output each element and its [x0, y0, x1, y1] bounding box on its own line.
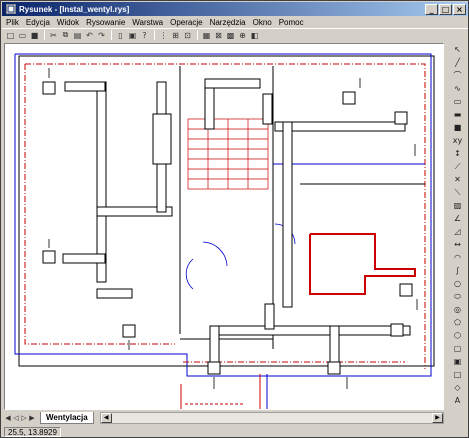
- menu-pomoc[interactable]: Pomoc: [279, 18, 304, 27]
- title-bar[interactable]: Rysunek - [Instal_wentyl.rys] _ □ ×: [2, 2, 468, 16]
- copy-icon[interactable]: ⧉: [60, 30, 71, 41]
- window-title: Rysunek - [Instal_wentyl.rys]: [19, 4, 130, 14]
- drawing-toolbox: ↖ ╱ ⌒ ∿ ▭ ▬ ■ xy ↕ ⟋ ✕ ⟍ ▨ ∠ ◿ ↔ ◠ ∫ ○ ⬭…: [448, 43, 467, 428]
- pan-icon[interactable]: ⊕: [237, 30, 248, 41]
- duct-network: [62, 78, 411, 367]
- toolbar-separator: [154, 30, 155, 40]
- app-window: Rysunek - [Instal_wentyl.rys] _ □ × Plik…: [0, 0, 469, 438]
- next-sheet-arrow-icon[interactable]: ▷: [20, 414, 28, 422]
- dimension-icon[interactable]: ↕: [450, 147, 465, 160]
- line-icon[interactable]: ╱: [450, 56, 465, 69]
- menu-edycja[interactable]: Edycja: [26, 18, 50, 27]
- hexagon-icon[interactable]: ⬡: [450, 329, 465, 342]
- wall-icon[interactable]: ▬: [450, 108, 465, 121]
- rectangle-icon[interactable]: ▭: [450, 95, 465, 108]
- filled-rect-icon[interactable]: ■: [450, 121, 465, 134]
- scroll-left-icon[interactable]: ◀: [100, 413, 112, 423]
- prev-sheet-arrow-icon[interactable]: ◁: [12, 414, 20, 422]
- offset-icon[interactable]: ◎: [450, 303, 465, 316]
- ellipse-icon[interactable]: ⬭: [450, 290, 465, 303]
- app-icon: [6, 4, 16, 14]
- interior-walls: [179, 66, 425, 349]
- first-sheet-arrow-icon[interactable]: ◀: [4, 414, 12, 422]
- ventilation-shaft: [309, 233, 416, 295]
- redo-icon[interactable]: ↷: [96, 30, 107, 41]
- sheet-tab-bar: ◀ ◁ ▷ ▶ Wentylacja ◀ ▶: [4, 411, 444, 425]
- zoom-window-icon[interactable]: ⊠: [213, 30, 224, 41]
- zoom-all-icon[interactable]: ▩: [225, 30, 236, 41]
- triangle-icon[interactable]: ◿: [450, 225, 465, 238]
- save-icon[interactable]: ■: [29, 30, 40, 41]
- minimize-button[interactable]: _: [425, 3, 438, 15]
- circle-icon[interactable]: ○: [450, 277, 465, 290]
- block-icon[interactable]: ▣: [450, 355, 465, 368]
- snap-icon[interactable]: ⊞: [170, 30, 181, 41]
- polygon-icon[interactable]: ⬠: [450, 316, 465, 329]
- outline-icon[interactable]: □: [450, 368, 465, 381]
- measure-icon[interactable]: ◧: [249, 30, 260, 41]
- staircase: [187, 118, 269, 190]
- cross-icon[interactable]: ✕: [450, 173, 465, 186]
- new-file-icon[interactable]: □: [5, 30, 16, 41]
- drawing-canvas[interactable]: [4, 43, 444, 410]
- spline-icon[interactable]: ∫: [450, 264, 465, 277]
- status-bar: 25.5, 13.8929: [2, 426, 468, 438]
- menu-okno[interactable]: Okno: [253, 18, 272, 27]
- open-folder-icon[interactable]: ▭: [17, 30, 28, 41]
- polyline-icon[interactable]: ⌒: [450, 69, 465, 82]
- rounded-rect-icon[interactable]: ▢: [450, 342, 465, 355]
- toolbar-separator: [111, 30, 112, 40]
- angle-icon[interactable]: ∠: [450, 212, 465, 225]
- ortho-icon[interactable]: ⊡: [182, 30, 193, 41]
- cursor-coordinates: 25.5, 13.8929: [4, 427, 61, 437]
- maximize-button[interactable]: □: [439, 3, 452, 15]
- horizontal-scrollbar[interactable]: ◀ ▶: [99, 412, 444, 424]
- menu-widok[interactable]: Widok: [57, 18, 79, 27]
- close-button[interactable]: ×: [453, 3, 466, 15]
- toolbar-separator: [44, 30, 45, 40]
- menu-narzedzia[interactable]: Narzędzia: [210, 18, 246, 27]
- layers-icon[interactable]: ▦: [201, 30, 212, 41]
- xy-coordinates-icon[interactable]: xy: [450, 134, 465, 147]
- menu-rysowanie[interactable]: Rysowanie: [86, 18, 125, 27]
- text-icon[interactable]: A: [450, 394, 465, 407]
- last-sheet-arrow-icon[interactable]: ▶: [28, 414, 36, 422]
- shape-icon[interactable]: ◇: [450, 381, 465, 394]
- paste-icon[interactable]: ▤: [72, 30, 83, 41]
- menu-operacje[interactable]: Operacje: [170, 18, 202, 27]
- grid-icon[interactable]: ⋮: [158, 30, 169, 41]
- arc-icon[interactable]: ◠: [450, 251, 465, 264]
- scroll-right-icon[interactable]: ▶: [432, 413, 443, 423]
- arrows-icon[interactable]: ↔: [450, 238, 465, 251]
- diagonal-icon[interactable]: ⟋: [450, 160, 465, 173]
- select-arrow-icon[interactable]: ↖: [450, 43, 465, 56]
- print-preview-icon[interactable]: ▯: [115, 30, 126, 41]
- door-swings: [185, 223, 296, 290]
- tab-wentylacja[interactable]: Wentylacja: [40, 412, 94, 424]
- main-toolbar: □ ▭ ■ ✂ ⧉ ▤ ↶ ↷ ▯ ▣ ? ⋮ ⊞ ⊡ ▦ ⊠ ▩ ⊕ ◧: [2, 28, 468, 41]
- properties-icon[interactable]: ?: [139, 30, 150, 41]
- undo-icon[interactable]: ↶: [84, 30, 95, 41]
- toolbar-separator: [197, 30, 198, 40]
- print-icon[interactable]: ▣: [127, 30, 138, 41]
- slanted-line-icon[interactable]: ⟍: [450, 186, 465, 199]
- hatch-icon[interactable]: ▨: [450, 199, 465, 212]
- menu-warstwa[interactable]: Warstwa: [132, 18, 163, 27]
- floor-plan-drawing: [14, 53, 435, 409]
- cut-icon[interactable]: ✂: [48, 30, 59, 41]
- outer-walls: [14, 53, 435, 409]
- menu-bar: Plik Edycja Widok Rysowanie Warstwa Oper…: [2, 16, 468, 28]
- menu-plik[interactable]: Plik: [6, 18, 19, 27]
- curve-icon[interactable]: ∿: [450, 82, 465, 95]
